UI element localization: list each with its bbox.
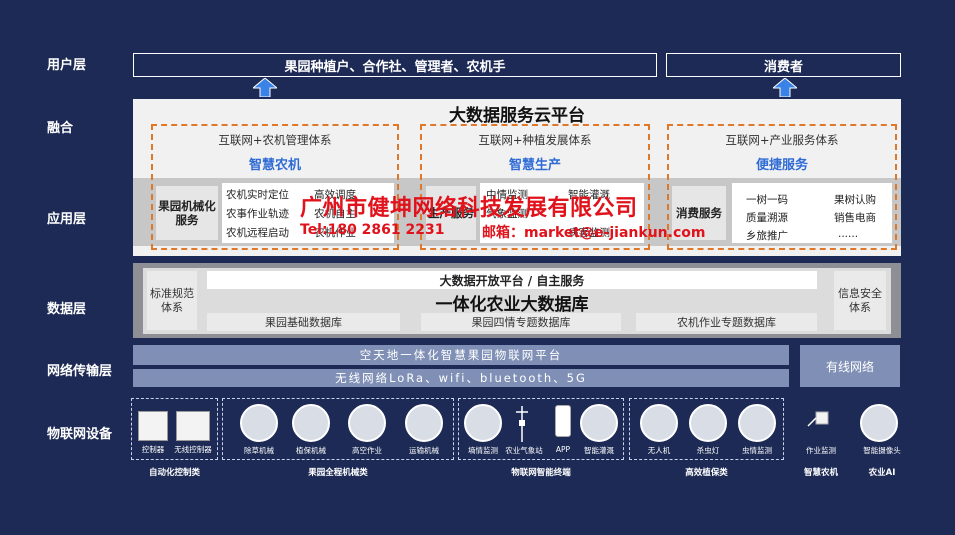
aerial-work-machine-icon bbox=[348, 404, 386, 442]
device-label: 智能灌溉 bbox=[584, 446, 614, 455]
pillar-subtitle: 互联网+农机管理体系 bbox=[218, 133, 332, 147]
device-label: 高空作业 bbox=[352, 446, 382, 455]
smart-camera-icon bbox=[860, 404, 898, 442]
pillar-name: 智慧农机 bbox=[248, 158, 301, 173]
service-item: 质量溯源 bbox=[746, 212, 788, 224]
app-icon bbox=[555, 405, 571, 437]
iot-group-label: 农业AI bbox=[868, 468, 896, 478]
user-box-consumers: 消费者 bbox=[666, 53, 901, 77]
database-machinery-ops: 农机作业专题数据库 bbox=[636, 313, 817, 331]
smart-irrigation-icon bbox=[580, 404, 618, 442]
drone-icon bbox=[640, 404, 678, 442]
up-arrow-icon bbox=[773, 78, 797, 97]
device-label: 墒情监测 bbox=[468, 446, 498, 455]
device-label: 智能摄像头 bbox=[863, 446, 901, 455]
database-orchard-conditions: 果园四情专题数据库 bbox=[421, 313, 621, 331]
transport-machine-icon bbox=[405, 404, 443, 442]
service-item: 农机实时定位 bbox=[226, 189, 289, 201]
pest-monitor-icon bbox=[738, 404, 776, 442]
weather-station-icon bbox=[514, 404, 530, 442]
controller-icon bbox=[138, 411, 168, 441]
layer-label-app: 应用层 bbox=[47, 212, 87, 227]
pillar-name: 便捷服务 bbox=[755, 158, 808, 173]
watermark-mail: 邮箱：market@e-jiankun.com bbox=[482, 225, 706, 241]
service-item: 农机远程启动 bbox=[226, 227, 289, 239]
iot-group-label: 物联网智能终端 bbox=[511, 468, 571, 478]
service-item: 农事作业轨迹 bbox=[226, 208, 289, 220]
pillar-subtitle: 互联网+种植发展体系 bbox=[478, 133, 592, 147]
device-label: 植保机械 bbox=[296, 446, 326, 455]
device-label: 虫情监测 bbox=[742, 446, 772, 455]
iot-group-label: 智慧农机 bbox=[803, 468, 838, 478]
soil-moisture-sensor-icon bbox=[464, 404, 502, 442]
device-label: APP bbox=[555, 445, 571, 454]
service-item: 销售电商 bbox=[834, 212, 876, 224]
wired-network-box: 有线网络 bbox=[800, 345, 900, 387]
watermark-tel: Tel:180 2861 2231 bbox=[300, 222, 445, 238]
pillar-name: 智慧生产 bbox=[508, 158, 561, 173]
weeding-machine-icon bbox=[240, 404, 278, 442]
device-label: 无线控制器 bbox=[174, 445, 212, 454]
service-item: 乡旅推广 bbox=[746, 230, 788, 242]
cloud-platform-title: 大数据服务云平台 bbox=[449, 106, 585, 126]
open-platform-label: 大数据开放平台 / 自主服务 bbox=[439, 274, 585, 288]
iot-group-label: 自动化控制类 bbox=[148, 468, 200, 478]
layer-label-data: 数据层 bbox=[47, 302, 87, 317]
watermark-company: 广州市健坤网络科技发展有限公司 bbox=[300, 196, 638, 221]
pillar-subtitle: 互联网+产业服务体系 bbox=[725, 133, 839, 147]
wireless-network-bar: 无线网络LoRa、wifi、bluetooth、5G bbox=[133, 369, 789, 387]
layer-label-iot: 物联网设备 bbox=[47, 427, 113, 442]
insect-lamp-icon bbox=[689, 404, 727, 442]
database-orchard-base: 果园基础数据库 bbox=[207, 313, 400, 331]
device-label: 农业气象站 bbox=[505, 446, 543, 455]
service-head-machinery: 果园机械化服务 bbox=[156, 186, 218, 240]
device-label: 杀虫灯 bbox=[696, 446, 720, 455]
standards-system: 标准规范体系 bbox=[147, 271, 197, 330]
device-label: 运输机械 bbox=[409, 446, 439, 455]
layer-label-network: 网络传输层 bbox=[47, 364, 113, 379]
plant-protection-machine-icon bbox=[292, 404, 330, 442]
user-box-growers: 果园种植户、合作社、管理者、农机手 bbox=[133, 53, 657, 77]
operation-monitor-icon bbox=[806, 410, 830, 428]
device-label: 除草机械 bbox=[244, 446, 274, 455]
iot-group-label: 高效植保类 bbox=[685, 468, 728, 478]
security-system: 信息安全体系 bbox=[834, 271, 886, 330]
integrated-database-title: 一体化农业大数据库 bbox=[435, 295, 589, 315]
service-item: 果树认购 bbox=[834, 194, 876, 206]
service-item: ...... bbox=[838, 228, 859, 240]
iot-platform-bar: 空天地一体化智慧果园物联网平台 bbox=[133, 345, 789, 365]
device-label: 作业监测 bbox=[806, 446, 836, 455]
wireless-controller-icon bbox=[176, 411, 210, 441]
device-label: 无人机 bbox=[647, 446, 671, 455]
device-label: 控制器 bbox=[141, 445, 165, 454]
layer-label-user: 用户层 bbox=[47, 58, 87, 73]
up-arrow-icon bbox=[253, 78, 277, 97]
layer-label-fusion: 融合 bbox=[47, 121, 74, 136]
iot-group-label: 果园全程机械类 bbox=[308, 468, 368, 478]
service-item: 一树一码 bbox=[746, 194, 788, 206]
